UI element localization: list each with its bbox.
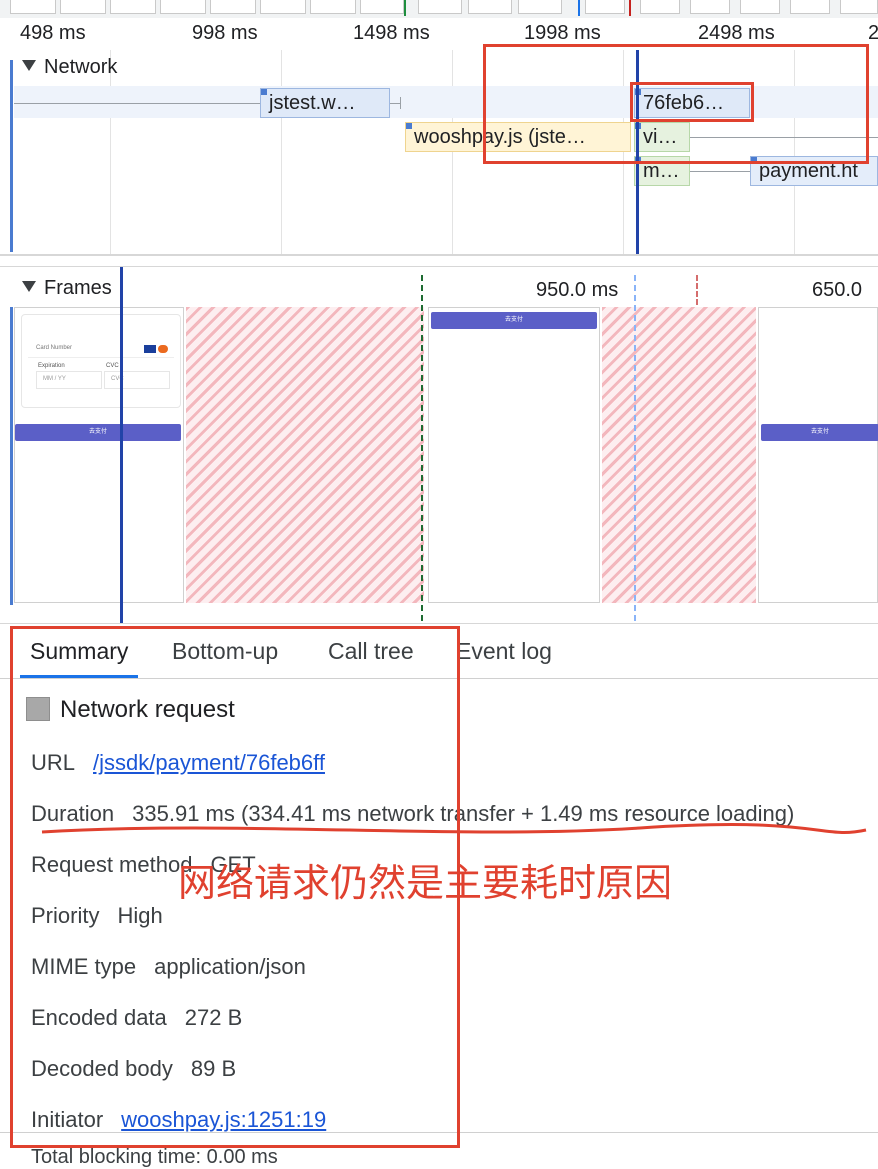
cvc-label: CVC xyxy=(106,363,119,369)
overview-frame-cell xyxy=(690,0,730,14)
card-number-label: Card Number xyxy=(36,345,73,351)
network-track-header[interactable]: Network xyxy=(22,56,117,79)
frame-thumbnail[interactable]: Card Number Expiration CVC MM / YY CVC 去… xyxy=(14,307,184,603)
overview-frame-cell xyxy=(518,0,562,14)
overview-frame-cell xyxy=(160,0,206,14)
track-selection-edge xyxy=(10,60,13,252)
ruler-tick: 498 ms xyxy=(20,22,86,44)
frames-track[interactable]: Frames 950.0 ms 650.0 Card Number Expira… xyxy=(0,266,878,625)
summary-footer: Total blocking time: 0.00 ms xyxy=(31,1146,278,1168)
overview-marker-green xyxy=(404,0,406,16)
track-selection-edge xyxy=(10,307,13,605)
load-marker-line xyxy=(696,275,698,305)
annotation-box-request xyxy=(630,82,754,122)
overview-frame-cell xyxy=(840,0,878,14)
overview-frame-cell xyxy=(310,0,356,14)
visa-icon xyxy=(144,345,156,353)
request-wire xyxy=(14,103,260,104)
divider xyxy=(28,357,174,358)
cvc-field: CVC xyxy=(104,371,170,389)
frames-track-title: Frames xyxy=(44,277,112,299)
overview-marker-red xyxy=(629,0,631,16)
network-track-title: Network xyxy=(44,56,118,78)
dcl-marker-line xyxy=(421,275,423,621)
request-jstest[interactable]: jstest.w… xyxy=(260,88,390,118)
frame-thumbnail[interactable]: 去支付 xyxy=(428,307,600,603)
dropped-frame[interactable] xyxy=(186,307,424,603)
overview-frame-cell xyxy=(60,0,106,14)
pay-button-thumb: 去支付 xyxy=(431,312,597,329)
expiry-placeholder: MM / YY xyxy=(43,376,66,382)
overview-frame-cell xyxy=(10,0,56,14)
ruler-tick: 1498 ms xyxy=(353,22,430,44)
fcp-marker-line xyxy=(634,275,636,621)
collapse-triangle-icon xyxy=(22,281,36,293)
overview-frame-cell xyxy=(210,0,256,14)
overview-frame-cell xyxy=(640,0,680,14)
pay-button-thumb: 去支付 xyxy=(761,424,878,441)
ruler-tick: 1998 ms xyxy=(524,22,601,44)
frames-track-header[interactable]: Frames xyxy=(22,277,112,300)
overview-frame-cell xyxy=(110,0,156,14)
annotation-underline xyxy=(41,823,867,834)
ruler-tick: 998 ms xyxy=(192,22,258,44)
gridline xyxy=(110,50,111,254)
expiry-field: MM / YY xyxy=(36,371,102,389)
overview-frame-cell xyxy=(418,0,462,14)
ruler-tick: 2 xyxy=(868,22,878,44)
frame-duration: 650.0 xyxy=(812,279,863,301)
request-wire-cap xyxy=(400,97,401,109)
request-label: jstest.w… xyxy=(269,92,356,114)
gridline xyxy=(281,50,282,254)
frame-duration: 950.0 ms xyxy=(536,279,619,301)
annotation-text: 网络请求仍然是主要耗时原因 xyxy=(178,861,673,905)
request-wire xyxy=(390,103,400,104)
tab-event-log[interactable]: Event log xyxy=(446,624,562,678)
ruler-tick: 2498 ms xyxy=(698,22,775,44)
request-wire xyxy=(690,171,750,172)
overview-frame-cell xyxy=(260,0,306,14)
overview-frame-cell xyxy=(790,0,830,14)
expiration-label: Expiration xyxy=(38,363,65,369)
overview-frame-cell xyxy=(360,0,404,14)
collapse-triangle-icon xyxy=(22,60,36,72)
mastercard-icon xyxy=(158,345,168,353)
overview-marker-blue xyxy=(578,0,580,16)
overview-frame-cell xyxy=(740,0,780,14)
gridline xyxy=(452,50,453,254)
overview-frame-cell xyxy=(585,0,625,14)
pay-button-thumb: 去支付 xyxy=(15,424,181,441)
timeline-cursor[interactable] xyxy=(120,267,123,623)
frame-thumbnail[interactable]: 去支付 xyxy=(758,307,878,603)
card-form: Card Number Expiration CVC MM / YY CVC xyxy=(21,314,181,408)
overview-strip[interactable] xyxy=(0,0,878,19)
dropped-frame[interactable] xyxy=(602,307,756,603)
overview-frame-cell xyxy=(468,0,512,14)
